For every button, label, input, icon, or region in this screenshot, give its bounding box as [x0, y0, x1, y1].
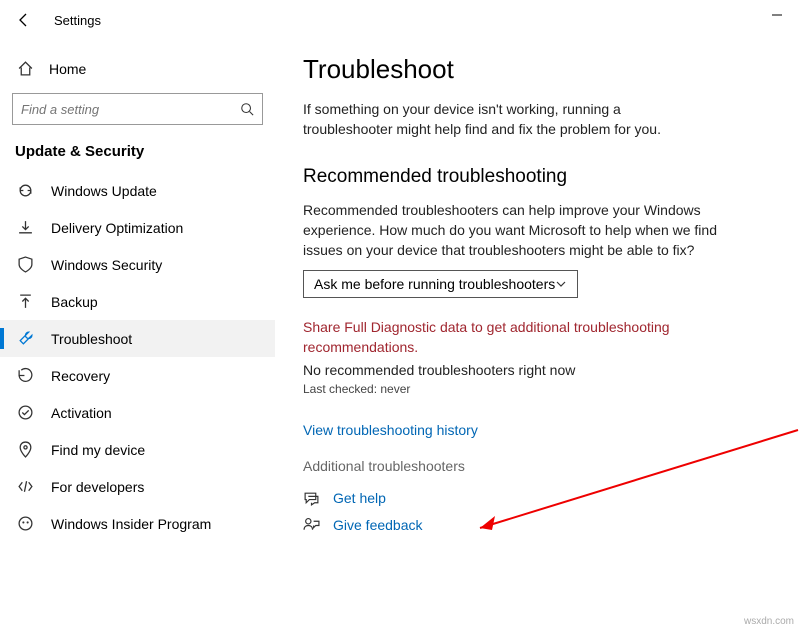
sidebar-item-label: Windows Security	[51, 257, 162, 273]
window-controls	[754, 0, 800, 30]
sidebar-item-label: Activation	[51, 405, 112, 421]
sidebar-item-label: Troubleshoot	[51, 331, 132, 347]
sync-icon	[15, 182, 35, 199]
sidebar-item-find-my-device[interactable]: Find my device	[0, 431, 275, 468]
sidebar-item-recovery[interactable]: Recovery	[0, 357, 275, 394]
insider-icon	[15, 515, 35, 532]
home-label: Home	[49, 61, 86, 77]
recovery-icon	[15, 367, 35, 384]
titlebar-title: Settings	[54, 13, 101, 28]
dropdown-value: Ask me before running troubleshooters	[314, 276, 555, 292]
sidebar-item-insider-program[interactable]: Windows Insider Program	[0, 505, 275, 542]
give-feedback-link: Give feedback	[333, 517, 423, 533]
feedback-icon	[303, 517, 325, 534]
sidebar-item-label: Windows Update	[51, 183, 157, 199]
search-icon	[240, 102, 254, 116]
sidebar-item-delivery-optimization[interactable]: Delivery Optimization	[0, 209, 275, 246]
chevron-down-icon	[555, 278, 567, 290]
sidebar-item-label: Windows Insider Program	[51, 516, 211, 532]
view-history-link[interactable]: View troubleshooting history	[303, 422, 772, 438]
additional-troubleshooters-link[interactable]: Additional troubleshooters	[303, 458, 772, 474]
search-input[interactable]	[21, 102, 240, 117]
back-button[interactable]	[12, 8, 36, 32]
search-wrap	[12, 93, 263, 125]
sidebar-item-label: Backup	[51, 294, 98, 310]
back-arrow-icon	[17, 13, 31, 27]
last-checked: Last checked: never	[303, 382, 772, 396]
page-title: Troubleshoot	[303, 54, 772, 85]
sidebar: Home Update & Security Windows Update De…	[0, 40, 275, 629]
wrench-icon	[15, 330, 35, 347]
get-help-row[interactable]: Get help	[303, 490, 772, 507]
minimize-button[interactable]	[754, 0, 800, 30]
search-box[interactable]	[12, 93, 263, 125]
shield-icon	[15, 256, 35, 273]
get-help-link: Get help	[333, 490, 386, 506]
home-icon	[15, 60, 35, 77]
sidebar-item-label: Recovery	[51, 368, 110, 384]
sidebar-item-label: For developers	[51, 479, 144, 495]
section-recommended-title: Recommended troubleshooting	[303, 166, 772, 188]
sidebar-item-for-developers[interactable]: For developers	[0, 468, 275, 505]
sidebar-item-backup[interactable]: Backup	[0, 283, 275, 320]
watermark: wsxdn.com	[744, 616, 794, 627]
minimize-icon	[772, 10, 782, 20]
give-feedback-row[interactable]: Give feedback	[303, 517, 772, 534]
backup-icon	[15, 293, 35, 310]
titlebar: Settings	[0, 0, 800, 40]
main-content: Troubleshoot If something on your device…	[275, 40, 800, 629]
page-intro: If something on your device isn't workin…	[303, 99, 703, 140]
download-icon	[15, 219, 35, 236]
recommended-status: No recommended troubleshooters right now	[303, 362, 772, 378]
diagnostic-warning: Share Full Diagnostic data to get additi…	[303, 318, 703, 357]
developers-icon	[15, 478, 35, 495]
location-icon	[15, 441, 35, 458]
sidebar-item-troubleshoot[interactable]: Troubleshoot	[0, 320, 275, 357]
sidebar-item-windows-update[interactable]: Windows Update	[0, 172, 275, 209]
layout: Home Update & Security Windows Update De…	[0, 40, 800, 629]
check-circle-icon	[15, 404, 35, 421]
sidebar-item-label: Find my device	[51, 442, 145, 458]
sidebar-item-activation[interactable]: Activation	[0, 394, 275, 431]
chat-icon	[303, 490, 325, 507]
troubleshoot-preference-dropdown[interactable]: Ask me before running troubleshooters	[303, 270, 578, 298]
sidebar-item-label: Delivery Optimization	[51, 220, 183, 236]
section-recommended-desc: Recommended troubleshooters can help imp…	[303, 200, 723, 261]
sidebar-item-home[interactable]: Home	[0, 52, 275, 89]
sidebar-item-windows-security[interactable]: Windows Security	[0, 246, 275, 283]
sidebar-section-header: Update & Security	[0, 143, 275, 172]
